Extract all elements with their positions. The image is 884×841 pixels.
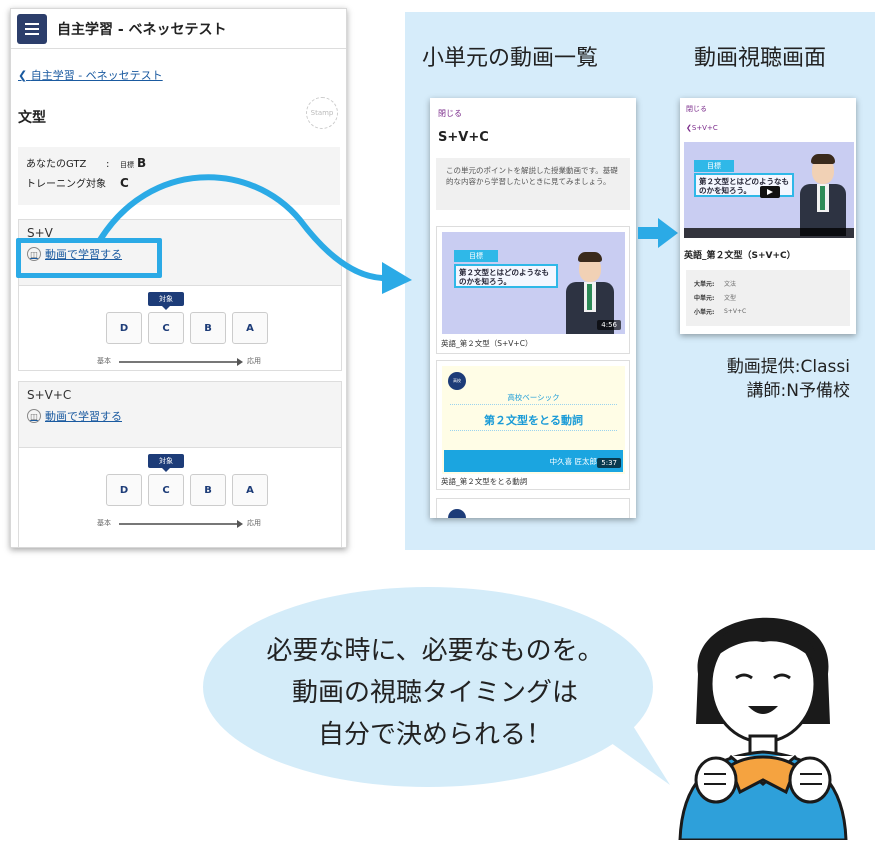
- close-link[interactable]: 閉じる: [438, 108, 462, 119]
- unit-card: S+V+C ◫ 動画で学習する 対象 D C B A 基本 応用: [18, 381, 342, 547]
- list-screen-title: 小単元の動画一覧: [422, 46, 599, 71]
- close-link[interactable]: 閉じる: [686, 104, 707, 114]
- grade-button-d[interactable]: D: [106, 312, 142, 344]
- gtz-target-label: 目標: [120, 161, 134, 169]
- teacher-name: 中久喜 匠太郎: [549, 456, 597, 466]
- grade-button-d[interactable]: D: [106, 474, 142, 506]
- video-title: 第２文型をとる動詞: [484, 414, 583, 427]
- curved-arrow-icon: [97, 174, 412, 294]
- credit-teacher: 講師:N予備校: [746, 381, 850, 401]
- goal-badge: 目標: [694, 160, 734, 172]
- back-link[interactable]: ❮ 自主学習 - ベネッセテスト: [18, 67, 163, 83]
- video-card[interactable]: [436, 498, 630, 518]
- app-header: 自主学習 - ベネッセテスト: [11, 9, 346, 49]
- study-video-link[interactable]: ◫ 動画で学習する: [27, 408, 333, 424]
- video-thumbnail[interactable]: 目標 第２文型とはどのようなものかを知ろう。 4:56: [442, 232, 625, 334]
- school-badge-icon: [448, 509, 466, 518]
- level-scale: 基本 応用: [97, 519, 261, 528]
- menu-icon[interactable]: [17, 13, 47, 44]
- teacher-bar: 中久喜 匠太郎: [444, 450, 623, 472]
- grade-button-b[interactable]: B: [190, 474, 226, 506]
- video-question: 第２文型とはどのようなものかを知ろう。: [454, 264, 558, 288]
- unit-title: S+V+C: [438, 130, 489, 145]
- stamp-icon: Stamp: [306, 97, 338, 129]
- play-icon[interactable]: [760, 186, 780, 198]
- student-illustration: [678, 617, 848, 840]
- header-title: 自主学習 - ベネッセテスト: [57, 21, 227, 38]
- goal-badge: 目標: [454, 250, 498, 262]
- grade-button-c[interactable]: C: [148, 474, 184, 506]
- chevron-left-icon: ❮: [18, 69, 31, 82]
- video-meta: 大単元: 文法 中単元: 文型 小単元: S+V+C: [686, 270, 850, 326]
- grade-button-a[interactable]: A: [232, 474, 268, 506]
- gtz-label: あなたのGTZ: [26, 159, 87, 170]
- section-title: 文型: [18, 110, 46, 126]
- video-category: 高校ベーシック: [507, 393, 560, 402]
- arrow-right-icon: [638, 218, 678, 248]
- video-icon: ◫: [27, 409, 41, 423]
- video-duration: 5:37: [597, 458, 621, 468]
- video-player-screen: 閉じる ❮S+V+C 目標 第２文型とはどのようなものかを知ろう。 英語_第２文…: [680, 98, 856, 334]
- speech-text: 必要な時に、必要なものを。 動画の視聴タイミングは 自分で決められる！: [266, 636, 604, 750]
- video-list-screen: 閉じる S+V+C この単元のポイントを解説した授業動画です。基礎的な内容から学…: [430, 98, 636, 518]
- video-player[interactable]: 目標 第２文型とはどのようなものかを知ろう。: [684, 142, 854, 238]
- grade-button-a[interactable]: A: [232, 312, 268, 344]
- gtz-value: B: [137, 156, 147, 170]
- video-thumbnail[interactable]: 高校 高校ベーシック 第２文型をとる動詞 中久喜 匠太郎 5:37: [442, 366, 625, 474]
- school-badge-icon: 高校: [448, 372, 466, 390]
- video-caption: 英語_第２文型をとる動詞: [441, 477, 528, 486]
- video-card[interactable]: 目標 第２文型とはどのようなものかを知ろう。 4:56 英語_第２文型（S+V+…: [436, 226, 630, 354]
- credit-provider: 動画提供:Classi: [726, 357, 850, 377]
- grade-button-b[interactable]: B: [190, 312, 226, 344]
- video-card[interactable]: 高校 高校ベーシック 第２文型をとる動詞 中久喜 匠太郎 5:37 英語_第２文…: [436, 360, 630, 490]
- unit-name: S+V+C: [27, 388, 72, 402]
- grade-button-c[interactable]: C: [148, 312, 184, 344]
- grade-selector: 対象 D C B A 基本 応用: [19, 448, 341, 540]
- video-duration: 4:56: [597, 320, 621, 330]
- back-link[interactable]: ❮S+V+C: [686, 124, 718, 132]
- player-screen-title: 動画視聴画面: [694, 46, 827, 71]
- target-tag: 対象: [148, 454, 184, 472]
- video-caption: 英語_第２文型（S+V+C）: [441, 339, 533, 348]
- unit-description: この単元のポイントを解説した授業動画です。基礎的な内容から学習したいときに見てみ…: [436, 158, 630, 210]
- video-title: 英語_第２文型（S+V+C）: [684, 251, 796, 261]
- level-scale: 基本 応用: [97, 357, 261, 366]
- player-controls[interactable]: [684, 228, 854, 238]
